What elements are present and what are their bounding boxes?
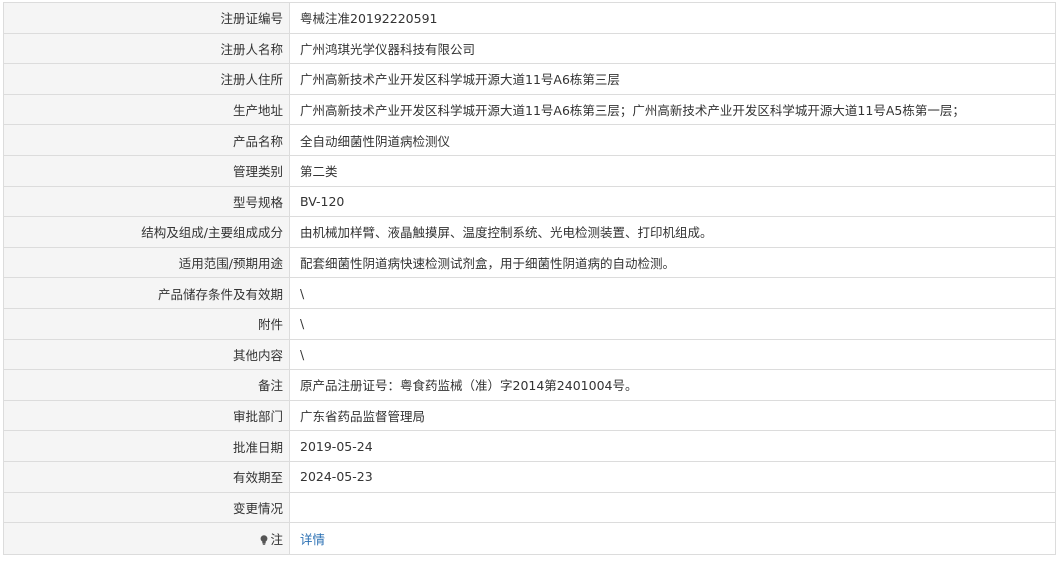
table-row: 变更情况 (3, 491, 1056, 524)
table-row: 审批部门 广东省药品监督管理局 (3, 399, 1056, 432)
row-value: \ (289, 277, 1056, 309)
row-value: 2019-05-24 (289, 430, 1056, 462)
table-row: 生产地址 广州高新技术产业开发区科学城开源大道11号A6栋第三层；广州高新技术产业… (3, 93, 1056, 126)
row-label: 产品名称 (3, 124, 290, 156)
row-value: 广州高新技术产业开发区科学城开源大道11号A6栋第三层；广州高新技术产业开发区科… (289, 93, 1056, 126)
note-label: 注 (270, 532, 283, 548)
table-row: 适用范围/预期用途 配套细菌性阴道病快速检测试剂盒，用于细菌性阴道病的自动检测。 (3, 246, 1056, 279)
row-label: 附件 (3, 307, 290, 340)
row-value: 配套细菌性阴道病快速检测试剂盒，用于细菌性阴道病的自动检测。 (289, 246, 1056, 279)
row-value: 第二类 (289, 154, 1056, 187)
row-label: 管理类别 (3, 154, 290, 187)
row-label: 产品储存条件及有效期 (3, 277, 290, 309)
row-value: 原产品注册证号：粤食药监械（准）字2014第2401004号。 (289, 369, 1056, 401)
row-label: 适用范围/预期用途 (3, 246, 290, 279)
table-row: 注册人住所 广州高新技术产业开发区科学城开源大道11号A6栋第三层 (3, 63, 1056, 95)
row-value: 由机械加样臂、液晶触摸屏、温度控制系统、光电检测装置、打印机组成。 (289, 216, 1056, 248)
note-label-cell: 注 (3, 522, 290, 556)
registration-detail: 注册证编号 粤械注准20192220591 注册人名称 广州鸿琪光学仪器科技有限公司… (3, 2, 1056, 556)
row-value: 全自动细菌性阴道病检测仪 (289, 124, 1056, 156)
note-row: 注 详情 (3, 522, 1056, 556)
row-value: \ (289, 307, 1056, 340)
row-label: 变更情况 (3, 491, 290, 524)
row-label: 型号规格 (3, 185, 290, 218)
table-row: 产品名称 全自动细菌性阴道病检测仪 (3, 124, 1056, 156)
row-label: 备注 (3, 369, 290, 401)
table-row: 备注 原产品注册证号：粤食药监械（准）字2014第2401004号。 (3, 369, 1056, 401)
row-value: 广州高新技术产业开发区科学城开源大道11号A6栋第三层 (289, 63, 1056, 95)
row-label: 审批部门 (3, 399, 290, 432)
row-value: \ (289, 338, 1056, 371)
row-label: 批准日期 (3, 430, 290, 462)
details-link[interactable]: 详情 (300, 532, 325, 547)
table-row: 产品储存条件及有效期 \ (3, 277, 1056, 309)
row-label: 其他内容 (3, 338, 290, 371)
row-label: 有效期至 (3, 460, 290, 493)
row-value (289, 491, 1056, 524)
row-value: 广州鸿琪光学仪器科技有限公司 (289, 32, 1056, 65)
table-row: 注册人名称 广州鸿琪光学仪器科技有限公司 (3, 32, 1056, 65)
table-row: 批准日期 2019-05-24 (3, 430, 1056, 462)
table-row: 型号规格 BV-120 (3, 185, 1056, 218)
note-value-cell: 详情 (289, 522, 1056, 556)
table-row: 其他内容 \ (3, 338, 1056, 371)
row-value: BV-120 (289, 185, 1056, 218)
row-label: 注册人名称 (3, 32, 290, 65)
table-row: 附件 \ (3, 307, 1056, 340)
row-label: 注册人住所 (3, 63, 290, 95)
registration-table: 注册证编号 粤械注准20192220591 注册人名称 广州鸿琪光学仪器科技有限公司… (3, 2, 1056, 556)
row-label: 结构及组成/主要组成成分 (3, 216, 290, 248)
table-row: 结构及组成/主要组成成分 由机械加样臂、液晶触摸屏、温度控制系统、光电检测装置、打… (3, 216, 1056, 248)
row-value: 广东省药品监督管理局 (289, 399, 1056, 432)
table-row: 管理类别 第二类 (3, 154, 1056, 187)
row-label: 注册证编号 (3, 2, 290, 34)
table-row: 注册证编号 粤械注准20192220591 (3, 2, 1056, 34)
row-label: 生产地址 (3, 93, 290, 126)
row-value: 粤械注准20192220591 (289, 2, 1056, 34)
row-value: 2024-05-23 (289, 460, 1056, 493)
lightbulb-icon (260, 533, 268, 545)
table-row: 有效期至 2024-05-23 (3, 460, 1056, 493)
